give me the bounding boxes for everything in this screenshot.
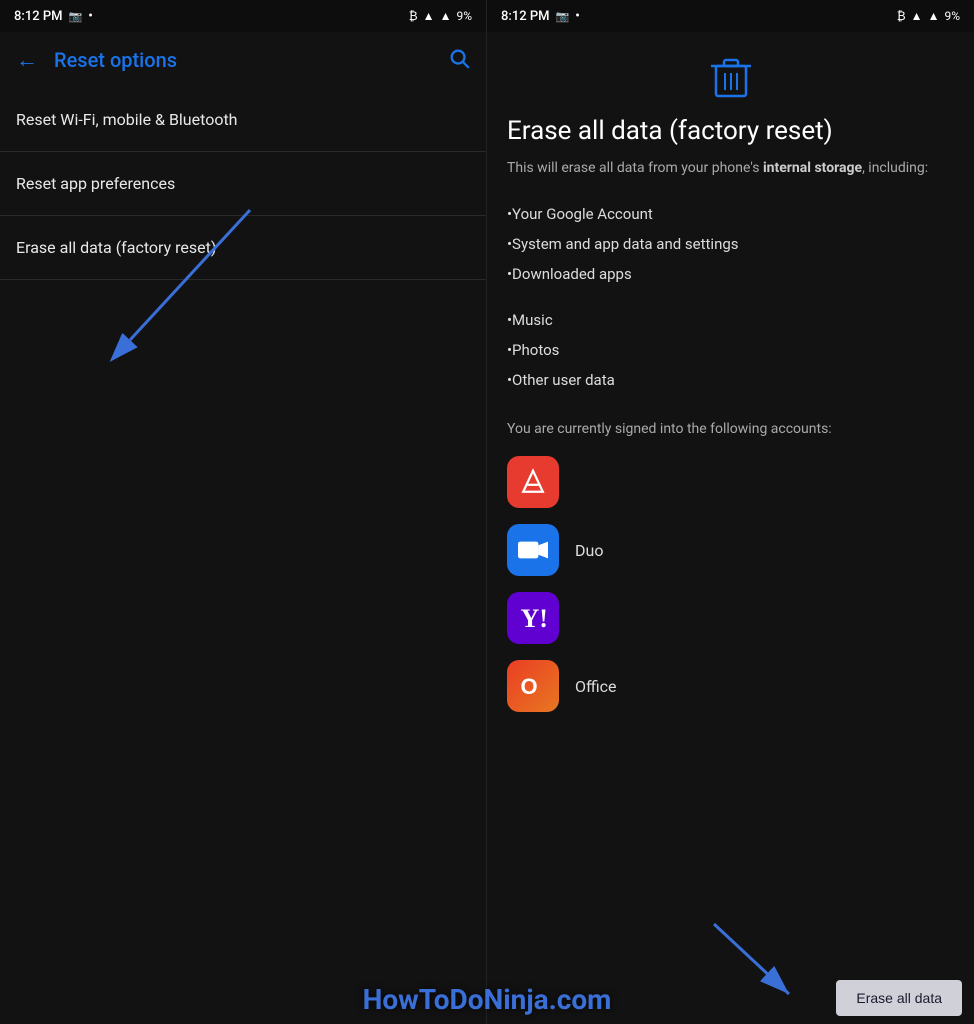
account-duo: Duo	[507, 524, 954, 576]
battery-text: 9%	[456, 9, 472, 23]
svg-text:Y!: Y!	[521, 604, 548, 633]
right-battery-text: 9%	[944, 9, 960, 23]
data-item-5: •Other user data	[507, 365, 954, 395]
toolbar: ← Reset options	[0, 32, 486, 88]
duo-label: Duo	[575, 541, 603, 560]
account-office: O Office	[507, 660, 954, 712]
right-wifi-icon: ▲	[911, 9, 923, 23]
data-item-2: •Downloaded apps	[507, 259, 954, 289]
right-content: Erase all data (factory reset) This will…	[487, 32, 974, 1024]
accounts-section: You are currently signed into the follow…	[507, 419, 954, 712]
data-item-4: •Photos	[507, 335, 954, 365]
search-button[interactable]	[448, 47, 470, 74]
subtitle-bold: internal storage	[763, 160, 862, 176]
left-panel: 8:12 PM 📷 • ₿ ▲ ▲ 9% ← Reset options	[0, 0, 487, 1024]
right-dot: •	[575, 9, 580, 24]
data-item-1: •System and app data and settings	[507, 229, 954, 259]
account-yahoo: Y!	[507, 592, 954, 644]
duo-icon	[507, 524, 559, 576]
signal-icon: ▲	[440, 9, 452, 23]
data-items: •Your Google Account •System and app dat…	[507, 199, 954, 395]
right-time: 8:12 PM	[501, 9, 550, 24]
left-status-bar: 8:12 PM 📷 • ₿ ▲ ▲ 9%	[0, 0, 486, 32]
office-label: Office	[575, 677, 617, 696]
erase-title: Erase all data (factory reset)	[507, 116, 954, 146]
left-cam-icon: 📷	[69, 10, 83, 23]
menu-item-wifi[interactable]: Reset Wi-Fi, mobile & Bluetooth	[0, 88, 486, 152]
right-bluetooth-icon: ₿	[897, 9, 906, 23]
yahoo-icon: Y!	[507, 592, 559, 644]
menu-item-app-prefs[interactable]: Reset app preferences	[0, 152, 486, 216]
page-title: Reset options	[54, 48, 448, 72]
subtitle-end: , including:	[862, 160, 928, 176]
trash-icon-container	[507, 56, 954, 100]
right-panel: 8:12 PM 📷 • ₿ ▲ ▲ 9%	[487, 0, 974, 1024]
subtitle-plain: This will erase all data from your phone…	[507, 160, 763, 176]
data-item-0: •Your Google Account	[507, 199, 954, 229]
left-time: 8:12 PM	[14, 9, 63, 24]
right-signal-icon: ▲	[928, 9, 940, 23]
trash-icon	[711, 56, 751, 100]
svg-text:O: O	[521, 674, 538, 699]
office-icon: O	[507, 660, 559, 712]
account-adobe	[507, 456, 954, 508]
right-status-bar: 8:12 PM 📷 • ₿ ▲ ▲ 9%	[487, 0, 974, 32]
erase-all-button[interactable]: Erase all data	[836, 980, 962, 1016]
accounts-text: You are currently signed into the follow…	[507, 419, 954, 440]
back-button[interactable]: ←	[16, 47, 38, 73]
adobe-icon	[507, 456, 559, 508]
right-cam-icon: 📷	[556, 10, 570, 23]
left-dot: •	[88, 9, 93, 24]
menu-item-factory-reset[interactable]: Erase all data (factory reset)	[0, 216, 486, 280]
bottom-bar: Erase all data	[487, 972, 974, 1024]
wifi-icon: ▲	[423, 9, 435, 23]
erase-subtitle: This will erase all data from your phone…	[507, 158, 954, 179]
data-item-3: •Music	[507, 305, 954, 335]
bluetooth-icon: ₿	[409, 9, 418, 23]
